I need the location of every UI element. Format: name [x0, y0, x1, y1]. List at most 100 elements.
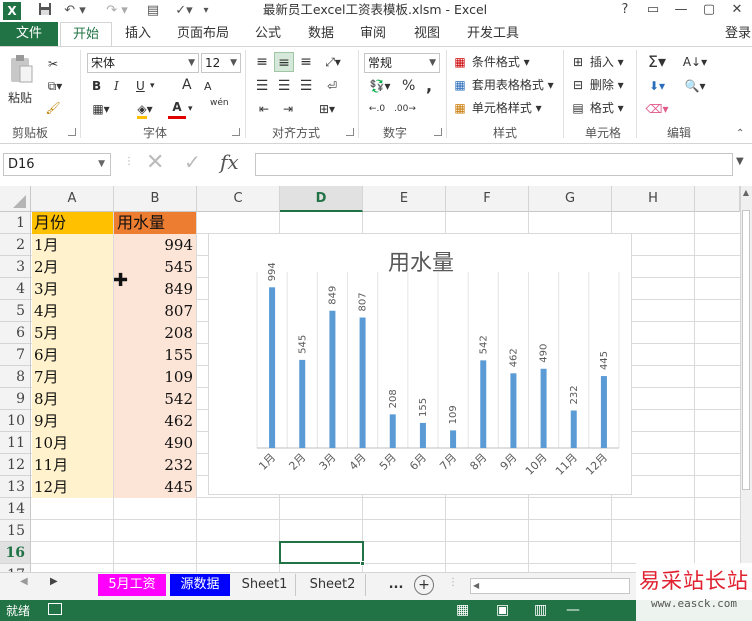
cell-water-usage[interactable]: 109	[114, 366, 196, 388]
increase-decimal-icon[interactable]: ←.0	[366, 99, 388, 119]
macro-record-icon[interactable]	[48, 603, 62, 615]
tab-insert[interactable]: 插入	[118, 22, 158, 46]
cell-month[interactable]: 1月	[32, 234, 113, 256]
cancel-entry-icon[interactable]: ✕	[146, 150, 164, 175]
water-usage-chart[interactable]: 用水量 994 1月 545 2月 849 3月 807 4月 208 5月 155 6月 109 7月 54…	[208, 233, 632, 495]
column-header-a[interactable]: A	[31, 186, 114, 212]
cell-month[interactable]: 9月	[32, 410, 113, 432]
new-sheet-button[interactable]: +	[414, 575, 434, 595]
format-cells-button[interactable]: ▤ 格式 ▾	[570, 98, 623, 118]
align-bottom-icon[interactable]: ≡	[296, 52, 316, 72]
align-center-icon[interactable]: ☰	[274, 76, 294, 96]
formula-input[interactable]	[255, 153, 733, 176]
cell-styles-button[interactable]: ▦ 单元格样式 ▾	[452, 98, 541, 118]
sheet-tab-sheet2[interactable]: Sheet2	[300, 574, 366, 596]
maximize-button[interactable]: ▢	[695, 0, 723, 22]
bold-button[interactable]: B	[92, 76, 101, 96]
minimize-button[interactable]: —	[667, 0, 695, 22]
clear-icon[interactable]: ⌫▾	[644, 99, 670, 119]
align-left-icon[interactable]: ☰	[252, 76, 272, 96]
align-middle-icon[interactable]: ≡	[274, 52, 294, 72]
tab-developer[interactable]: 开发工具	[462, 22, 524, 46]
wrap-text-icon[interactable]: ⏎	[322, 76, 342, 96]
cell-water-usage[interactable]: 542	[114, 388, 196, 410]
underline-button[interactable]: U	[136, 76, 145, 96]
column-header-i[interactable]	[695, 186, 740, 212]
login-link[interactable]: 登录	[725, 22, 751, 46]
scroll-up-icon[interactable]: ▲	[741, 188, 751, 198]
row-header-8[interactable]: 8	[0, 366, 31, 388]
cell-month[interactable]: 8月	[32, 388, 113, 410]
align-top-icon[interactable]: ≡	[252, 52, 272, 72]
alignment-launcher-icon[interactable]	[346, 128, 354, 136]
cell-water-usage[interactable]: 994	[114, 234, 196, 256]
cell-month[interactable]: 3月	[32, 278, 113, 300]
paste-label[interactable]: 粘贴	[8, 88, 32, 108]
tab-review[interactable]: 审阅	[354, 22, 392, 46]
sheet-scroll-left-icon[interactable]: ◀	[20, 576, 28, 587]
row-header-10[interactable]: 10	[0, 410, 31, 432]
column-header-c[interactable]: C	[197, 186, 280, 212]
cell-water-usage[interactable]: 490	[114, 432, 196, 454]
row-header-14[interactable]: 14	[0, 498, 31, 520]
sheet-scroll-right-icon[interactable]: ▶	[50, 576, 58, 587]
cell-water-usage[interactable]: 208	[114, 322, 196, 344]
fill-icon[interactable]: ⬇▾	[644, 76, 670, 96]
shrink-font-button[interactable]: A	[204, 77, 212, 97]
font-size-select[interactable]: 12 ▼	[201, 53, 241, 73]
currency-icon[interactable]: 💱▾	[366, 76, 394, 96]
collapse-ribbon-icon[interactable]: ⌃	[736, 128, 744, 139]
font-color-dropdown-icon[interactable]: ▾	[188, 99, 193, 119]
decrease-decimal-icon[interactable]: .00→	[394, 99, 416, 119]
fill-color-icon[interactable]: ◈▾	[132, 99, 158, 119]
orientation-icon[interactable]: ⤢▾	[320, 52, 346, 72]
column-header-b[interactable]: B	[114, 186, 197, 212]
column-header-h[interactable]: H	[612, 186, 695, 212]
tab-formulas[interactable]: 公式	[250, 22, 286, 46]
cell-water-usage[interactable]: 445	[114, 476, 196, 498]
increase-indent-icon[interactable]: ⇥	[278, 99, 298, 119]
row-header-16[interactable]: 16	[0, 542, 31, 564]
scroll-left-icon[interactable]: ◀	[473, 579, 479, 593]
font-color-button[interactable]: A	[168, 99, 186, 119]
fill-handle[interactable]	[360, 561, 365, 566]
comma-button[interactable]: ,	[426, 76, 432, 96]
expand-formula-bar-icon[interactable]: ▼	[736, 156, 744, 167]
number-launcher-icon[interactable]	[434, 128, 442, 136]
cell-month[interactable]: 6月	[32, 344, 113, 366]
row-header-13[interactable]: 13	[0, 476, 31, 498]
cell-month[interactable]: 5月	[32, 322, 113, 344]
column-header-d[interactable]: D	[280, 186, 363, 212]
cell-b1[interactable]: 用水量	[114, 212, 196, 234]
help-button[interactable]: ?	[611, 0, 639, 22]
normal-view-icon[interactable]: ▦	[456, 602, 469, 618]
tab-page-layout[interactable]: 页面布局	[172, 22, 234, 46]
sheet-tab-source-data[interactable]: 源数据	[170, 574, 230, 596]
zoom-out-icon[interactable]: —	[566, 602, 580, 618]
tab-view[interactable]: 视图	[408, 22, 446, 46]
undo-icon[interactable]: ↶ ▾	[62, 2, 88, 20]
name-box[interactable]: D16 ▼	[3, 153, 111, 176]
check-icon[interactable]: ✓▾	[172, 2, 196, 20]
insert-function-button[interactable]: fx	[220, 150, 239, 174]
decrease-indent-icon[interactable]: ⇤	[254, 99, 274, 119]
cell-month[interactable]: 12月	[32, 476, 113, 498]
tab-split-grip-icon[interactable]: ⋮	[448, 577, 458, 588]
tab-home[interactable]: 开始	[60, 22, 112, 46]
paste-icon[interactable]	[8, 54, 34, 86]
column-header-f[interactable]: F	[446, 186, 529, 212]
row-header-4[interactable]: 4	[0, 278, 31, 300]
selected-cell-d16[interactable]	[279, 541, 364, 564]
sheet-tab-may-salary[interactable]: 5月工资	[98, 574, 166, 596]
row-header-15[interactable]: 15	[0, 520, 31, 542]
tab-file[interactable]: 文件	[0, 22, 58, 46]
cell-month[interactable]: 10月	[32, 432, 113, 454]
conditional-formatting-button[interactable]: ▦ 条件格式 ▾	[452, 52, 529, 72]
merge-center-icon[interactable]: ⊞▾	[312, 99, 342, 119]
horizontal-scrollbar[interactable]: ◀	[470, 578, 630, 594]
cell-a1[interactable]: 月份	[32, 212, 113, 234]
clipboard-launcher-icon[interactable]	[68, 128, 76, 136]
percent-button[interactable]: %	[402, 76, 415, 96]
column-header-e[interactable]: E	[363, 186, 446, 212]
cut-icon[interactable]: ✂	[44, 54, 62, 74]
